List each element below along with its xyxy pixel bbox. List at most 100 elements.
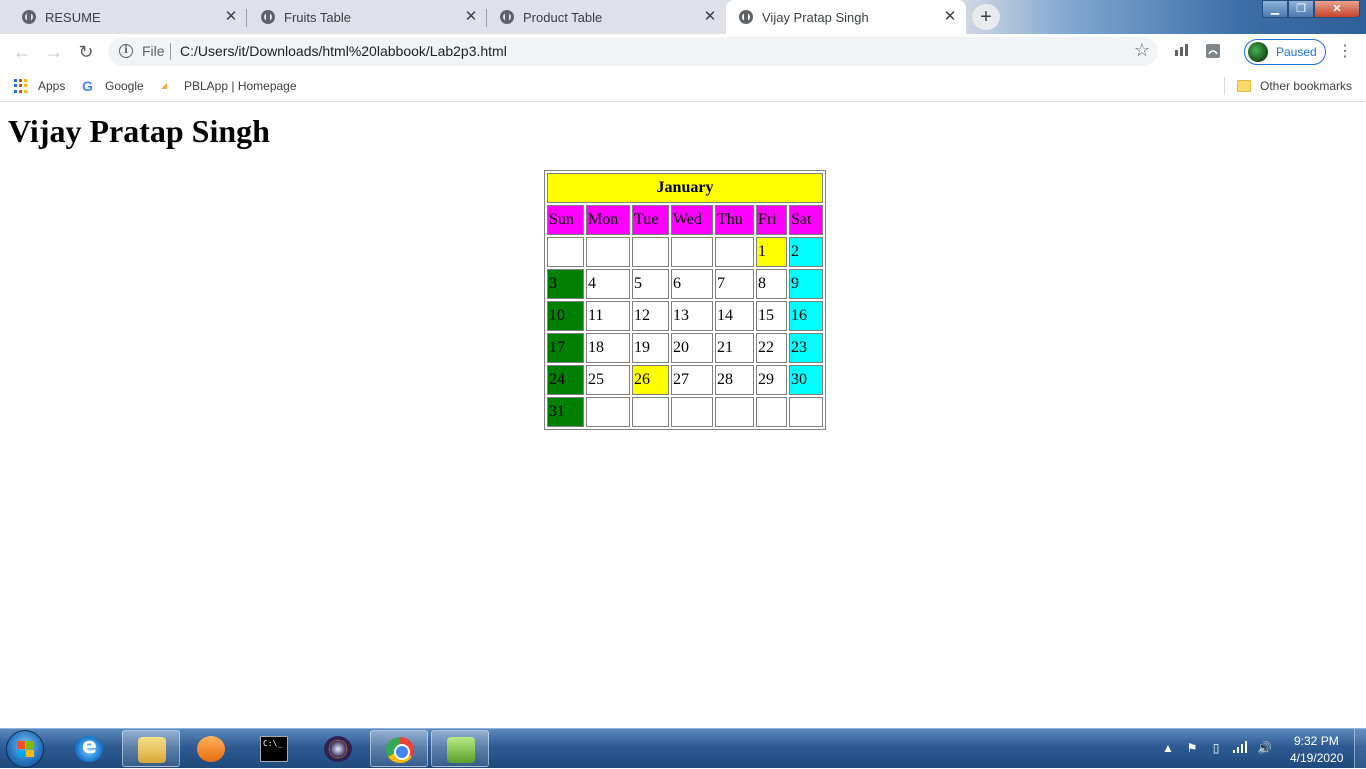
calendar-day-cell: [789, 397, 823, 427]
page-title: Vijay Pratap Singh: [8, 113, 270, 149]
power-icon[interactable]: ▯: [1209, 741, 1223, 755]
calendar-day-cell: 12: [632, 301, 669, 331]
taskbar-windows-explorer[interactable]: [122, 730, 180, 767]
bookmark-label: Apps: [38, 79, 66, 93]
other-bookmarks[interactable]: Other bookmarks: [1237, 77, 1352, 95]
avatar: [1248, 42, 1268, 62]
start-button[interactable]: [6, 730, 44, 768]
calendar-month-header: January: [547, 173, 823, 203]
tab-title: Product Table: [523, 9, 603, 25]
calendar-day-cell-highlighted: 1: [756, 237, 787, 267]
tab-close-icon[interactable]: ✕: [221, 7, 241, 27]
calendar-day-cell-sunday: 31: [547, 397, 584, 427]
taskbar-media-player[interactable]: [182, 730, 240, 767]
calendar-week-row: 1 2: [547, 237, 823, 267]
weekday-sun: Sun: [547, 205, 584, 235]
calendar-day-cell: 28: [715, 365, 754, 395]
pblapp-icon: ◢: [161, 81, 168, 90]
calendar-week-row: 31: [547, 397, 823, 427]
tab-close-icon[interactable]: ✕: [940, 7, 960, 27]
tab-close-icon[interactable]: ✕: [461, 7, 481, 27]
action-center-flag-icon[interactable]: ⚑: [1185, 741, 1199, 755]
taskbar-eclipse[interactable]: [309, 730, 367, 767]
tab-close-icon[interactable]: ✕: [700, 7, 720, 27]
weekday-mon: Mon: [586, 205, 630, 235]
minimize-button[interactable]: ▁: [1262, 0, 1288, 18]
weekday-thu: Thu: [715, 205, 754, 235]
extension-pdf-icon[interactable]: [1204, 43, 1222, 61]
calendar-day-cell-saturday: 16: [789, 301, 823, 331]
bookmark-star-icon[interactable]: ☆: [1134, 40, 1150, 61]
calendar-day-cell: [586, 237, 630, 267]
weekday-sat: Sat: [789, 205, 823, 235]
media-player-icon: [197, 736, 225, 762]
weekday-fri: Fri: [756, 205, 787, 235]
tab-product-table[interactable]: Product Table ✕: [487, 0, 726, 34]
reload-button[interactable]: ↻: [72, 38, 100, 66]
bookmark-google[interactable]: G Google: [82, 77, 144, 95]
weekday-header-row: Sun Mon Tue Wed Thu Fri Sat: [547, 205, 823, 235]
calendar-day-cell: [671, 237, 713, 267]
globe-icon: [500, 10, 514, 24]
taskbar-command-prompt[interactable]: [245, 730, 303, 767]
globe-icon: [739, 10, 753, 24]
calendar-table: January Sun Mon Tue Wed Thu Fri Sat 1 2: [544, 170, 826, 430]
internet-explorer-icon: [75, 734, 103, 762]
calendar-day-cell: 4: [586, 269, 630, 299]
browser-menu-icon[interactable]: ⋮: [1336, 42, 1354, 62]
taskbar-chrome[interactable]: [370, 730, 428, 767]
url-scheme-label: File: [142, 43, 165, 59]
new-tab-button[interactable]: +: [972, 4, 1000, 30]
calendar-day-cell: 25: [586, 365, 630, 395]
back-button[interactable]: ←: [8, 38, 36, 66]
tab-title: Vijay Pratap Singh: [762, 9, 869, 25]
address-divider: [170, 43, 171, 60]
eclipse-icon: [324, 736, 352, 762]
calendar-day-cell: [632, 237, 669, 267]
calendar-day-cell: 5: [632, 269, 669, 299]
calendar-week-row: 24 25 26 27 28 29 30: [547, 365, 823, 395]
show-desktop-button[interactable]: [1354, 729, 1366, 769]
tab-vijay-pratap-singh[interactable]: Vijay Pratap Singh ✕: [726, 0, 966, 34]
calendar-week-row: 10 11 12 13 14 15 16: [547, 301, 823, 331]
browser-toolbar: ← → ↻ i File C:/Users/it/Downloads/html%…: [0, 34, 1366, 70]
profile-status: Paused: [1276, 45, 1317, 59]
calendar-day-cell: [586, 397, 630, 427]
close-window-button[interactable]: ✕: [1314, 0, 1360, 18]
volume-icon[interactable]: 🔊: [1257, 741, 1272, 755]
clock-date[interactable]: 4/19/2020: [1290, 751, 1343, 765]
calendar-day-cell-sunday: 10: [547, 301, 584, 331]
taskbar-internet-explorer[interactable]: [60, 730, 118, 767]
tab-resume[interactable]: RESUME ✕: [0, 0, 247, 34]
bookmarks-divider: [1224, 77, 1225, 95]
extension-chart-icon[interactable]: [1173, 43, 1191, 61]
show-hidden-icons-icon[interactable]: ▲: [1161, 741, 1175, 755]
clock-time[interactable]: 9:32 PM: [1294, 734, 1339, 748]
taskbar-notepad-plus-plus[interactable]: [431, 730, 489, 767]
url-text[interactable]: C:/Users/it/Downloads/html%20labbook/Lab…: [180, 43, 507, 59]
calendar-day-cell: 8: [756, 269, 787, 299]
calendar-day-cell-sunday: 24: [547, 365, 584, 395]
calendar-day-cell: 13: [671, 301, 713, 331]
bookmark-apps[interactable]: Apps: [14, 77, 65, 95]
bookmark-pblapp[interactable]: ◢ PBLApp | Homepage: [161, 77, 297, 95]
network-signal-icon[interactable]: [1233, 741, 1247, 755]
site-info-icon[interactable]: i: [119, 44, 133, 58]
calendar-day-cell-saturday: 9: [789, 269, 823, 299]
forward-button[interactable]: →: [40, 38, 68, 66]
calendar-day-cell: 15: [756, 301, 787, 331]
page-content: Vijay Pratap Singh January Sun Mon Tue W…: [0, 103, 1366, 727]
chrome-icon: [386, 737, 414, 763]
maximize-button[interactable]: ❐: [1288, 0, 1314, 18]
calendar-day-cell: 29: [756, 365, 787, 395]
calendar-day-cell: 14: [715, 301, 754, 331]
notepad-plus-plus-icon: [447, 737, 475, 763]
tab-fruits-table[interactable]: Fruits Table ✕: [247, 0, 487, 34]
calendar-day-cell-sunday: 17: [547, 333, 584, 363]
calendar-day-cell-highlighted: 26: [632, 365, 669, 395]
profile-button[interactable]: Paused: [1244, 39, 1326, 65]
weekday-tue: Tue: [632, 205, 669, 235]
address-bar[interactable]: i File C:/Users/it/Downloads/html%20labb…: [108, 37, 1158, 66]
folder-icon: [1237, 80, 1251, 92]
calendar-day-cell: 20: [671, 333, 713, 363]
